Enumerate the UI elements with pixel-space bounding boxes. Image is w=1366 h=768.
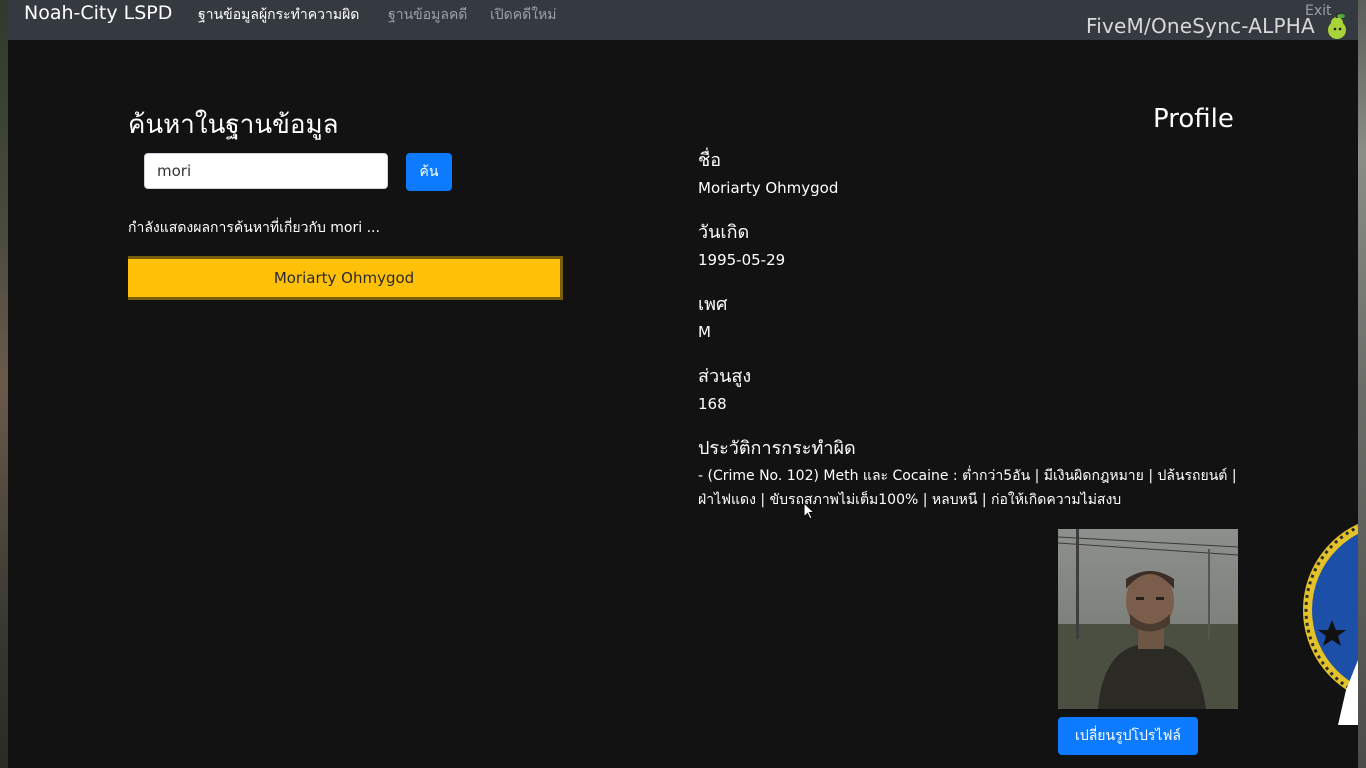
dob-label: วันเกิด [698, 222, 750, 243]
name-label: ชื่อ [698, 150, 722, 171]
server-build-label: FiveM/OneSync-ALPHA [1086, 14, 1315, 38]
height-label: ส่วนสูง [698, 366, 752, 387]
search-result-caption: กำลังแสดงผลการค้นหาที่เกี่ยวกับ mori ... [128, 220, 380, 236]
game-background-right [1358, 0, 1366, 768]
criminal-record-text: - (Crime No. 102) Meth และ Cocaine : ต่ำ… [698, 468, 1237, 508]
change-profile-photo-button[interactable]: เปลี่ยนรูปโปรไฟล์ [1058, 717, 1198, 755]
search-result-item[interactable]: Moriarty Ohmygod [128, 256, 563, 300]
criminal-record-label: ประวัติการกระทำผิด [698, 438, 856, 459]
fivem-pear-icon [1328, 13, 1346, 39]
nav-offenders-database[interactable]: ฐานข้อมูลผู้กระทำความผิด [198, 4, 359, 26]
game-background-left [0, 0, 8, 768]
nav-cases-database[interactable]: ฐานข้อมูลคดี [388, 4, 467, 26]
profile-title: Profile [1153, 104, 1234, 134]
profile-photo [1058, 529, 1238, 709]
search-input[interactable] [144, 153, 388, 189]
search-section-title: ค้นหาในฐานข้อมูล [128, 110, 339, 140]
department-seal-icon [1298, 500, 1358, 730]
nav-open-new-case[interactable]: เปิดคดีใหม่ [490, 4, 557, 26]
dob-value: 1995-05-29 [698, 251, 786, 269]
mdt-app: Noah-City LSPD ฐานข้อมูลผู้กระทำความผิด … [8, 0, 1358, 768]
mouse-cursor-icon [803, 502, 815, 520]
sex-label: เพศ [698, 294, 728, 315]
navbar-brand[interactable]: Noah-City LSPD [24, 2, 172, 24]
search-button[interactable]: ค้น [406, 153, 452, 191]
name-value: Moriarty Ohmygod [698, 179, 839, 197]
height-value: 168 [698, 395, 727, 413]
sex-value: M [698, 323, 711, 341]
